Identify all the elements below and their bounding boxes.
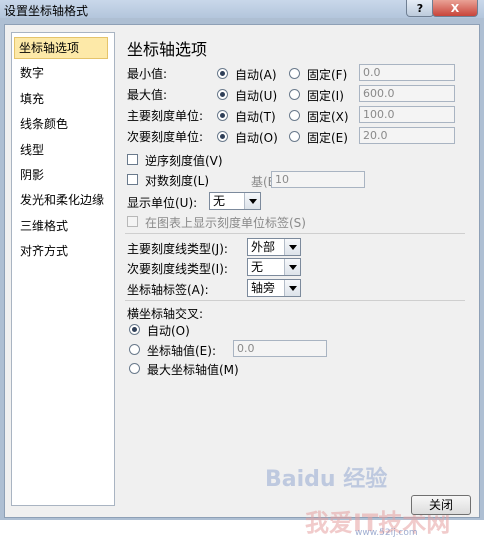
show-units-checkbox	[127, 216, 138, 227]
max-value-field[interactable]: 600.0	[359, 85, 455, 102]
watermark-baidu: Baidu 经验	[265, 467, 388, 492]
nav-item-glow[interactable]: 发光和柔化边缘	[16, 189, 104, 211]
max-fixed-radio[interactable]	[289, 89, 300, 100]
axis-labels-value: 轴旁	[251, 281, 276, 295]
major-tick-value: 外部	[251, 240, 276, 254]
max-auto-label: 自动(U)	[235, 89, 278, 103]
max-label: 最大值:	[127, 88, 168, 102]
min-value-field[interactable]: 0.0	[359, 64, 455, 81]
help-button[interactable]: ?	[406, 0, 434, 17]
crosses-auto-radio[interactable]	[129, 324, 140, 335]
min-fixed-label: 固定(F)	[307, 68, 348, 82]
dialog-body: 坐标轴选项 数字 填充 线条颜色 线型 阴影 发光和柔化边缘 三维格式 对齐方式…	[4, 24, 480, 538]
reverse-order-checkbox[interactable]	[127, 154, 138, 165]
close-window-button[interactable]: X	[432, 0, 478, 17]
crosses-auto-label: 自动(O)	[147, 324, 190, 338]
minor-unit-value-field[interactable]: 20.0	[359, 127, 455, 144]
minor-unit-auto-label: 自动(O)	[235, 131, 278, 145]
log-scale-label: 对数刻度(L)	[145, 174, 210, 188]
chevron-down-icon	[284, 280, 300, 296]
divider	[125, 300, 465, 301]
minor-tick-label: 次要刻度线类型(I):	[127, 262, 228, 276]
display-units-label: 显示单位(U):	[127, 196, 198, 210]
minor-unit-fixed-radio[interactable]	[289, 131, 300, 142]
nav-item-shadow[interactable]: 阴影	[16, 164, 44, 186]
major-unit-fixed-radio[interactable]	[289, 110, 300, 121]
nav-item-axis-options[interactable]: 坐标轴选项	[14, 37, 108, 59]
category-list: 坐标轴选项 数字 填充 线条颜色 线型 阴影 发光和柔化边缘 三维格式 对齐方式	[11, 32, 115, 506]
axis-options-panel: 坐标轴选项 最小值: 自动(A) 固定(F) 0.0 最大值: 自动(U) 固定…	[121, 32, 473, 506]
minor-tick-value: 无	[251, 260, 264, 274]
axis-labels-label: 坐标轴标签(A):	[127, 283, 209, 297]
major-tick-label: 主要刻度线类型(J):	[127, 242, 228, 256]
nav-item-alignment[interactable]: 对齐方式	[16, 240, 68, 262]
close-button[interactable]: 关闭	[411, 495, 471, 515]
crosses-label: 横坐标轴交叉:	[127, 307, 204, 321]
divider	[125, 233, 465, 234]
minor-tick-select[interactable]: 无	[247, 258, 301, 276]
min-label: 最小值:	[127, 67, 168, 81]
nav-item-fill[interactable]: 填充	[16, 88, 44, 110]
min-auto-label: 自动(A)	[235, 68, 277, 82]
max-fixed-label: 固定(I)	[307, 89, 344, 103]
crosses-value-field[interactable]: 0.0	[233, 340, 327, 357]
title-bar[interactable]: 设置坐标轴格式 ? X	[0, 0, 484, 18]
minor-unit-auto-radio[interactable]	[217, 131, 228, 142]
chevron-down-icon	[284, 259, 300, 275]
crosses-value-radio[interactable]	[129, 344, 140, 355]
display-units-select[interactable]: 无	[209, 192, 261, 210]
dialog-window: 设置坐标轴格式 ? X 坐标轴选项 数字 填充 线条颜色 线型 阴影 发光和柔化…	[0, 0, 484, 538]
crosses-value-label: 坐标轴值(E):	[147, 344, 216, 358]
chevron-down-icon	[244, 193, 260, 209]
minor-unit-fixed-label: 固定(E)	[307, 131, 348, 145]
nav-item-3d-format[interactable]: 三维格式	[16, 215, 68, 237]
panel-heading: 坐标轴选项	[127, 40, 208, 59]
min-auto-radio[interactable]	[217, 68, 228, 79]
major-unit-fixed-label: 固定(X)	[307, 110, 349, 124]
nav-item-line-color[interactable]: 线条颜色	[16, 113, 68, 135]
watermark-url: www.52ij.com	[355, 528, 418, 538]
major-unit-auto-label: 自动(T)	[235, 110, 276, 124]
chevron-down-icon	[284, 239, 300, 255]
major-tick-select[interactable]: 外部	[247, 238, 301, 256]
major-unit-value-field[interactable]: 100.0	[359, 106, 455, 123]
reverse-order-label: 逆序刻度值(V)	[145, 154, 223, 168]
axis-labels-select[interactable]: 轴旁	[247, 279, 301, 297]
max-auto-radio[interactable]	[217, 89, 228, 100]
window-title: 设置坐标轴格式	[4, 4, 89, 18]
min-fixed-radio[interactable]	[289, 68, 300, 79]
major-unit-label: 主要刻度单位:	[127, 109, 204, 123]
crosses-max-label: 最大坐标轴值(M)	[147, 363, 239, 377]
log-base-field[interactable]: 10	[271, 171, 365, 188]
log-scale-checkbox[interactable]	[127, 174, 138, 185]
show-units-label: 在图表上显示刻度单位标签(S)	[145, 216, 306, 230]
minor-unit-label: 次要刻度单位:	[127, 130, 204, 144]
nav-item-line-style[interactable]: 线型	[16, 139, 44, 161]
display-units-value: 无	[213, 194, 226, 208]
crosses-max-radio[interactable]	[129, 363, 140, 374]
major-unit-auto-radio[interactable]	[217, 110, 228, 121]
nav-item-number[interactable]: 数字	[16, 62, 44, 84]
